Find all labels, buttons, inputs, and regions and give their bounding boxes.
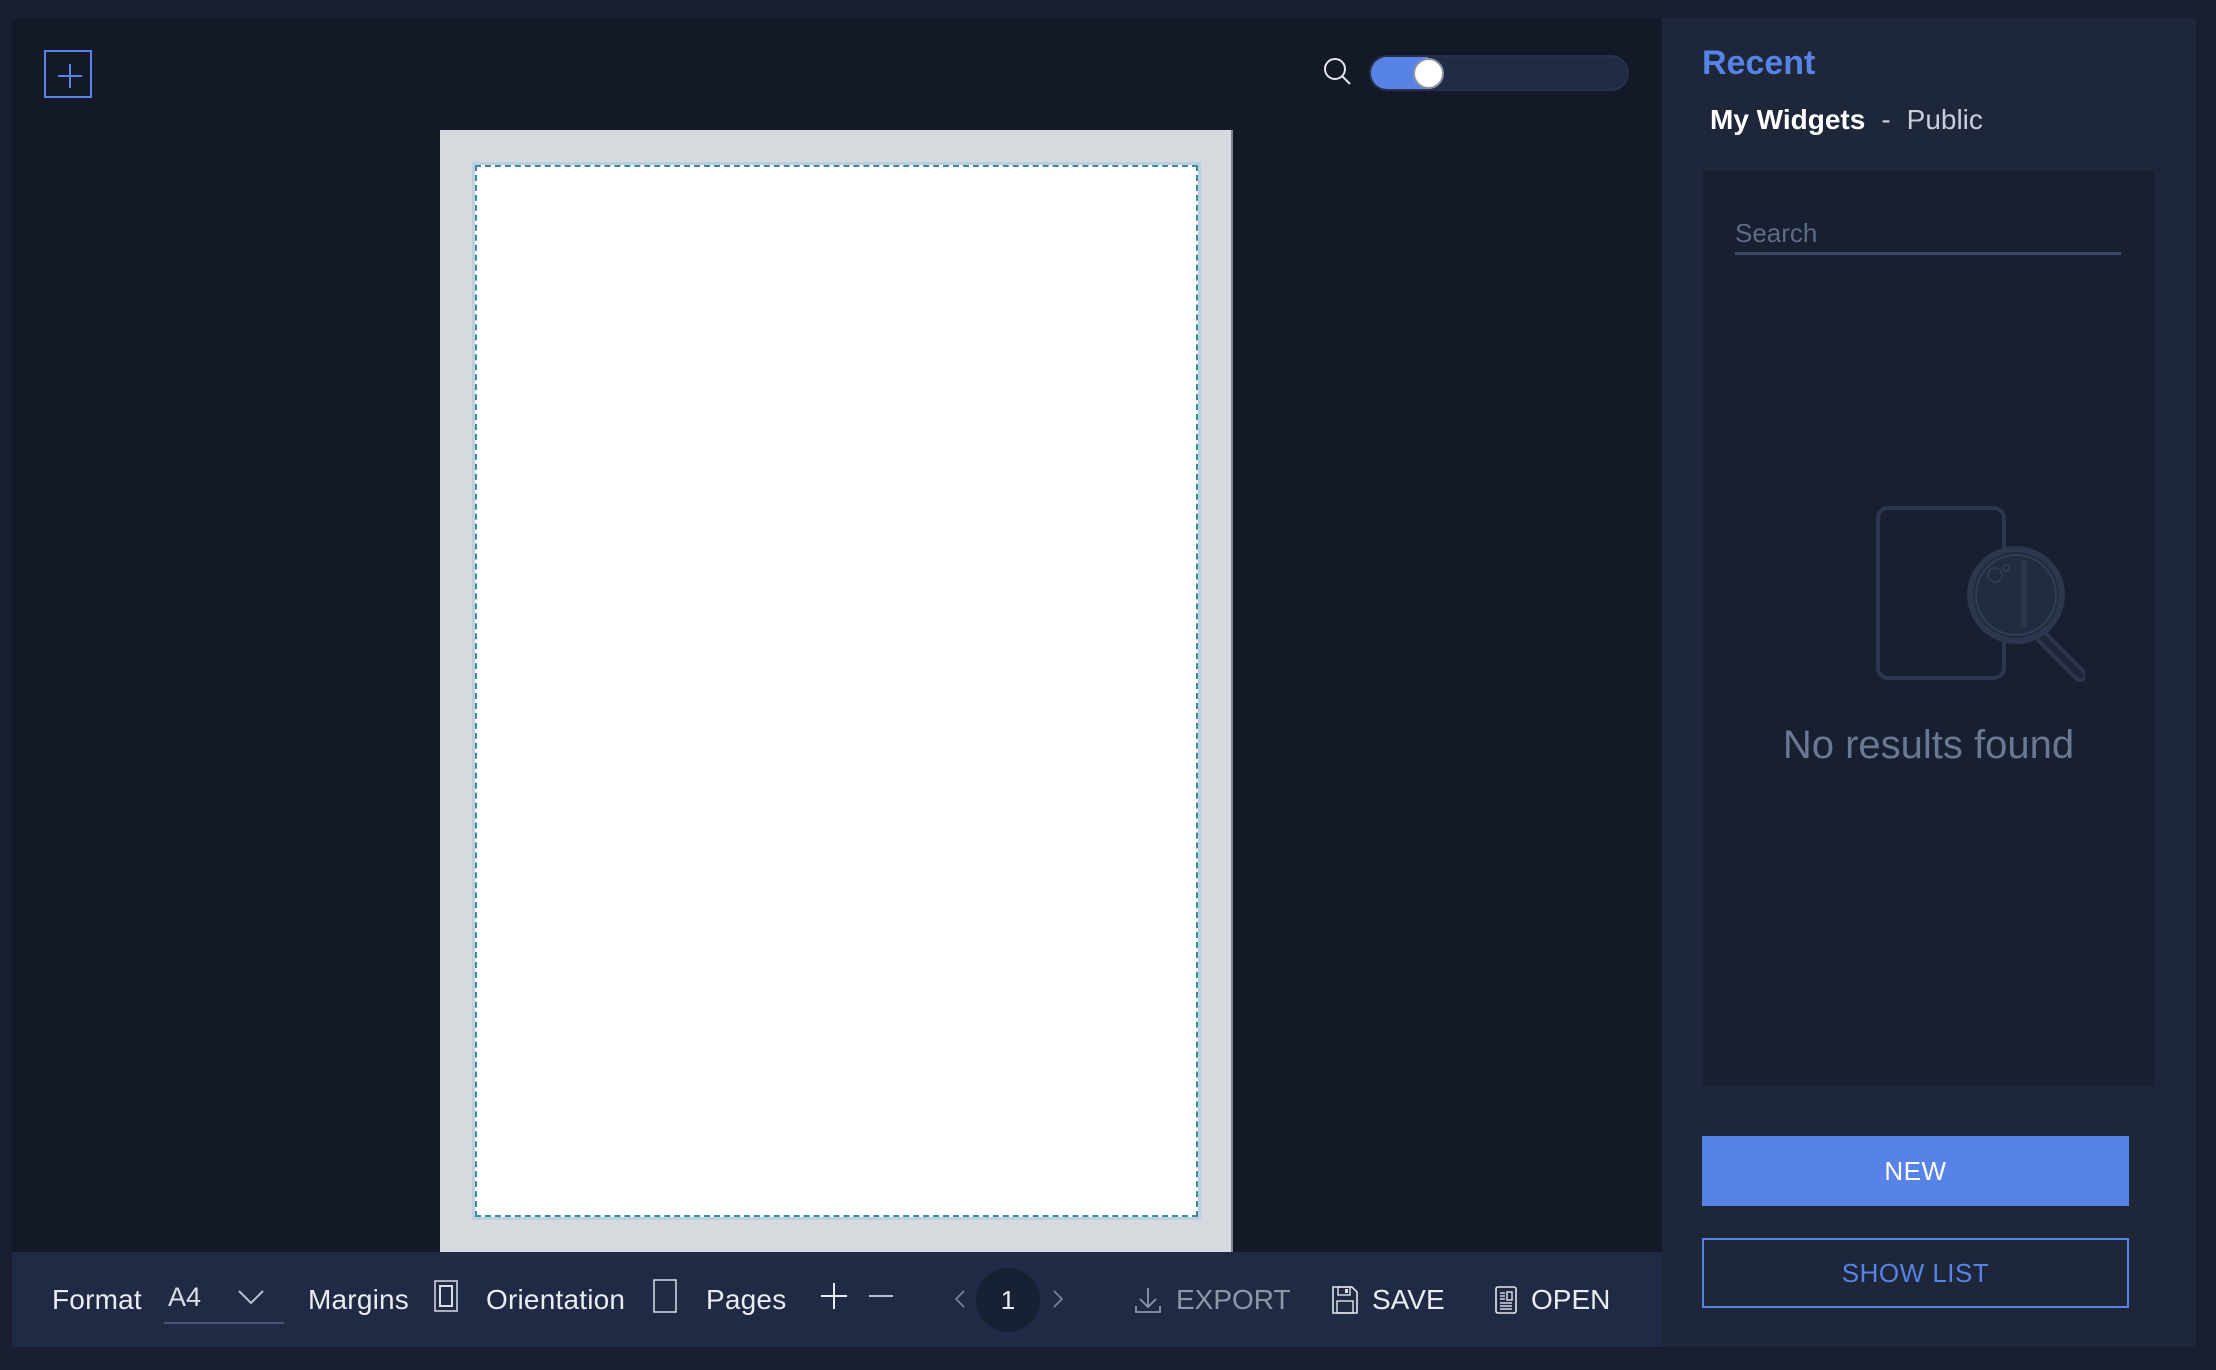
tab-my-widgets[interactable]: My Widgets xyxy=(1710,104,1865,136)
next-page-button[interactable] xyxy=(1052,1284,1064,1316)
save-button[interactable]: SAVE xyxy=(1332,1252,1445,1347)
current-page-number: 1 xyxy=(1000,1284,1016,1315)
margins-label: Margins xyxy=(308,1283,409,1315)
margins-icon[interactable] xyxy=(434,1280,458,1319)
chevron-right-icon xyxy=(1053,1289,1064,1308)
download-icon xyxy=(1135,1287,1161,1313)
panel-tabs: My Widgets - Public xyxy=(1710,104,1983,136)
open-button[interactable]: OPEN xyxy=(1495,1252,1610,1347)
orientation-label: Orientation xyxy=(486,1283,626,1315)
widgets-panel: Recent My Widgets - Public No results fo… xyxy=(1662,18,2196,1347)
add-widget-button[interactable] xyxy=(44,50,92,98)
tab-separator: - xyxy=(1881,104,1891,135)
results-box: No results found xyxy=(1703,171,2154,1086)
portrait-orientation-icon[interactable] xyxy=(653,1279,677,1320)
zoom-slider-handle[interactable] xyxy=(1413,58,1445,89)
show-list-button[interactable]: SHOW LIST xyxy=(1702,1238,2129,1308)
format-select[interactable]: A4 xyxy=(164,1274,284,1324)
chevron-left-icon xyxy=(954,1289,965,1308)
format-value: A4 xyxy=(168,1282,202,1312)
plus-icon xyxy=(58,64,82,88)
bottom-toolbar: Format A4 Margins Orientation Pages 1 EX… xyxy=(12,1252,1662,1347)
current-page-indicator: 1 xyxy=(976,1268,1040,1332)
document-icon xyxy=(1495,1285,1517,1314)
document-search-icon xyxy=(1876,506,2087,682)
export-label: EXPORT xyxy=(1176,1283,1291,1315)
export-button[interactable]: EXPORT xyxy=(1134,1252,1291,1347)
floppy-disk-icon xyxy=(1332,1285,1358,1314)
new-widget-button[interactable]: NEW xyxy=(1702,1136,2129,1206)
no-results-message: No results found xyxy=(1782,723,2075,767)
minus-icon xyxy=(869,1295,893,1297)
format-label: Format xyxy=(52,1283,142,1315)
no-results-illustration xyxy=(1875,505,2087,690)
add-page-button[interactable] xyxy=(820,1282,848,1317)
zoom-icon[interactable] xyxy=(1322,56,1354,88)
remove-page-button[interactable] xyxy=(868,1282,894,1317)
open-label: OPEN xyxy=(1531,1283,1611,1315)
page-frame xyxy=(440,130,1233,1252)
canvas-area xyxy=(12,18,1662,1252)
page-sheet[interactable] xyxy=(472,162,1201,1220)
chevron-down-icon xyxy=(238,1290,264,1305)
tab-public[interactable]: Public xyxy=(1907,104,1983,136)
plus-icon xyxy=(821,1283,847,1309)
previous-page-button[interactable] xyxy=(954,1284,966,1316)
search-input[interactable] xyxy=(1735,215,2121,255)
pages-label: Pages xyxy=(706,1283,787,1315)
panel-title: Recent xyxy=(1702,44,1816,82)
save-label: SAVE xyxy=(1372,1283,1445,1315)
zoom-slider[interactable] xyxy=(1369,55,1629,91)
